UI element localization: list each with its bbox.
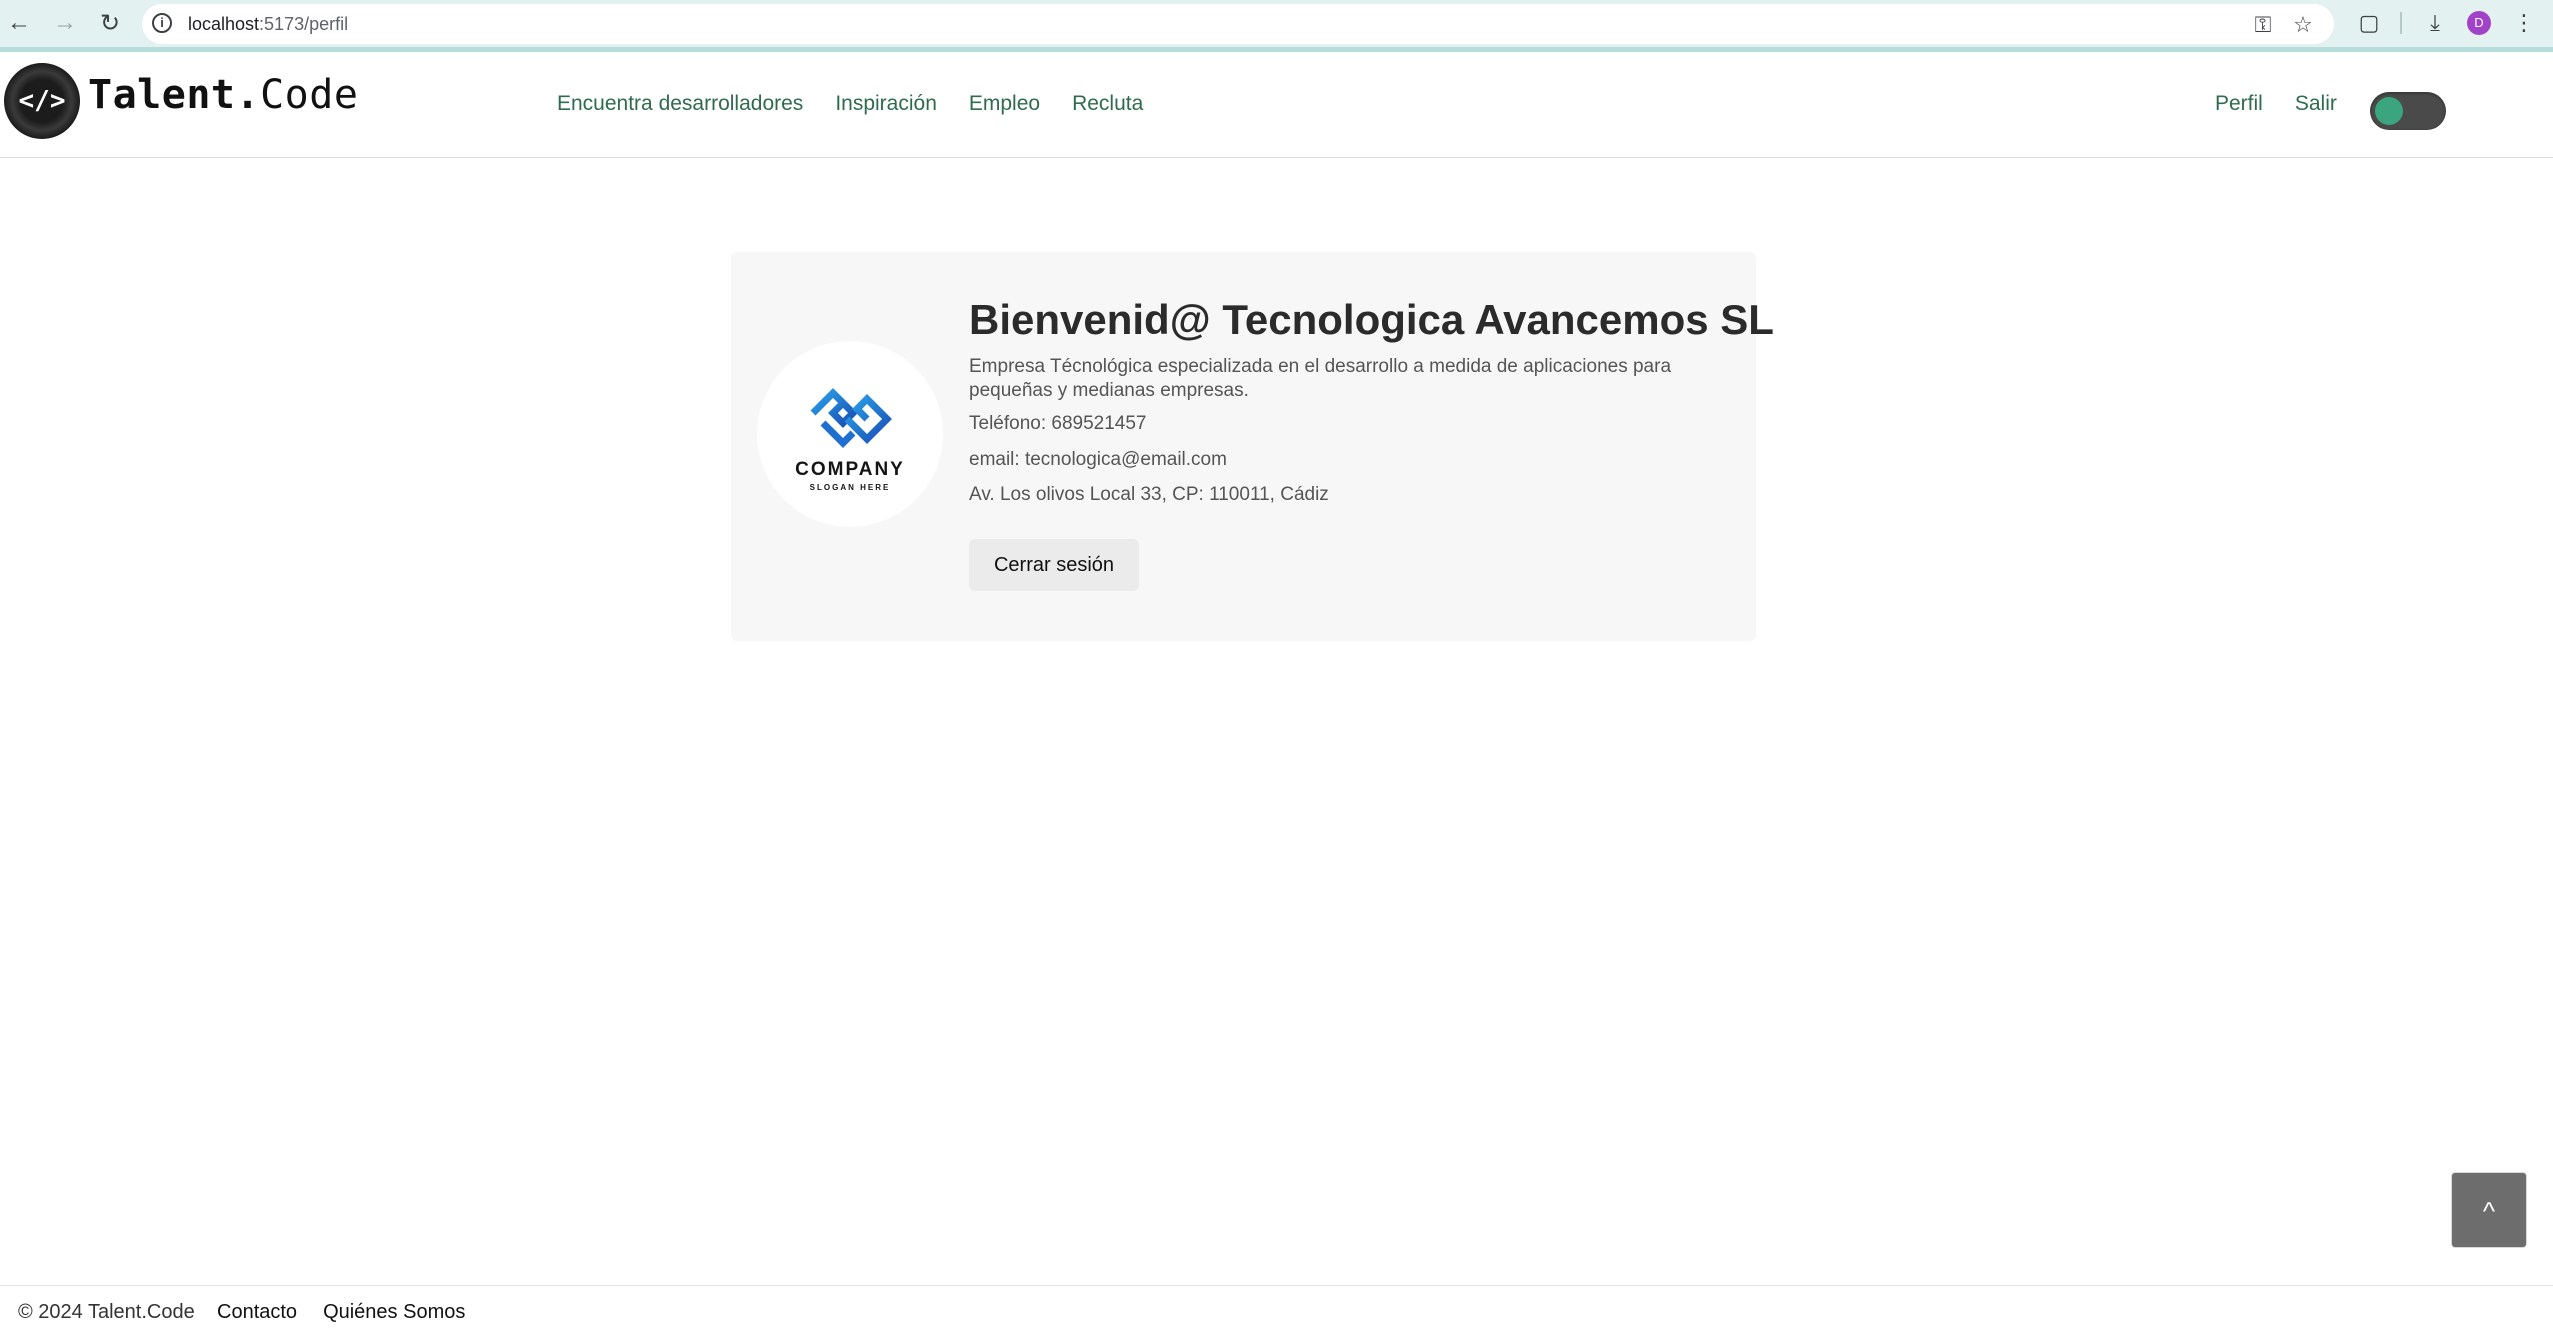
reload-icon[interactable]: ↻: [95, 8, 125, 38]
back-arrow-icon[interactable]: ←: [4, 8, 34, 38]
toolbar-divider: [2400, 12, 2402, 34]
main-nav: Encuentra desarrolladores Inspiración Em…: [557, 92, 1143, 116]
nav-link-profile[interactable]: Perfil: [2215, 92, 2263, 116]
profile-address: Av. Los olivos Local 33, CP: 110011, Cád…: [969, 484, 1329, 505]
brand-name-bold: Talent.: [88, 72, 261, 118]
site-footer: © 2024 Talent.Code Contacto Quiénes Somo…: [0, 1285, 2553, 1331]
profile-card: COMPANY SLOGAN HERE Bienvenid@ Tecnologi…: [731, 252, 1774, 641]
extensions-icon[interactable]: ▢: [2354, 8, 2384, 38]
theme-toggle[interactable]: [2370, 92, 2446, 130]
nav-link-logout[interactable]: Salir: [2295, 92, 2337, 116]
profile-description: Empresa Técnológica especializada en el …: [969, 356, 1672, 401]
company-logo-slogan: SLOGAN HERE: [809, 483, 891, 492]
password-key-icon[interactable]: ⚿: [2250, 12, 2276, 38]
site-info-icon[interactable]: i: [152, 13, 172, 33]
scroll-to-top-button[interactable]: ^: [2451, 1172, 2527, 1248]
download-icon[interactable]: ⤓: [2420, 8, 2450, 38]
brand-logo-icon[interactable]: </>: [4, 63, 80, 139]
url-text[interactable]: localhost:5173/perfil: [188, 14, 348, 35]
forward-arrow-icon[interactable]: →: [50, 8, 80, 38]
profile-avatar[interactable]: D: [2467, 11, 2491, 35]
nav-link-inspiration[interactable]: Inspiración: [835, 92, 937, 116]
nav-link-jobs[interactable]: Empleo: [969, 92, 1040, 116]
company-logo: COMPANY SLOGAN HERE: [757, 341, 943, 527]
logout-button[interactable]: Cerrar sesión: [969, 539, 1139, 591]
company-logo-mark-icon: [810, 388, 892, 448]
kebab-menu-icon[interactable]: ⋮: [2509, 8, 2539, 38]
footer-link-about[interactable]: Quiénes Somos: [323, 1301, 465, 1324]
brand-name-regular: Code: [260, 72, 359, 118]
footer-link-contact[interactable]: Contacto: [217, 1301, 297, 1324]
url-host: localhost: [188, 14, 260, 34]
nav-link-recruit[interactable]: Recluta: [1072, 92, 1143, 116]
brand-name[interactable]: Talent.Code: [88, 72, 358, 118]
theme-toggle-knob: [2375, 97, 2403, 125]
browser-toolbar: ← → ↻ i localhost:5173/perfil ⚿ ☆ ▢ ⤓ D …: [0, 0, 2553, 52]
site-header: </> Talent.Code Encuentra desarrolladore…: [0, 52, 2553, 158]
profile-email: email: tecnologica@email.com: [969, 449, 1227, 470]
company-logo-name: COMPANY: [795, 459, 905, 480]
user-nav: Perfil Salir: [2215, 92, 2337, 116]
footer-copyright: © 2024 Talent.Code: [18, 1301, 195, 1323]
profile-title: Bienvenid@ Tecnologica Avancemos SL: [969, 296, 1774, 343]
url-path: :5173/perfil: [259, 14, 349, 34]
address-bar[interactable]: i localhost:5173/perfil ⚿ ☆: [142, 4, 2334, 44]
bookmark-star-icon[interactable]: ☆: [2290, 12, 2316, 38]
nav-link-find-developers[interactable]: Encuentra desarrolladores: [557, 92, 803, 116]
footer-links: Contacto Quiénes Somos: [217, 1301, 465, 1324]
profile-phone: Teléfono: 689521457: [969, 413, 1147, 434]
